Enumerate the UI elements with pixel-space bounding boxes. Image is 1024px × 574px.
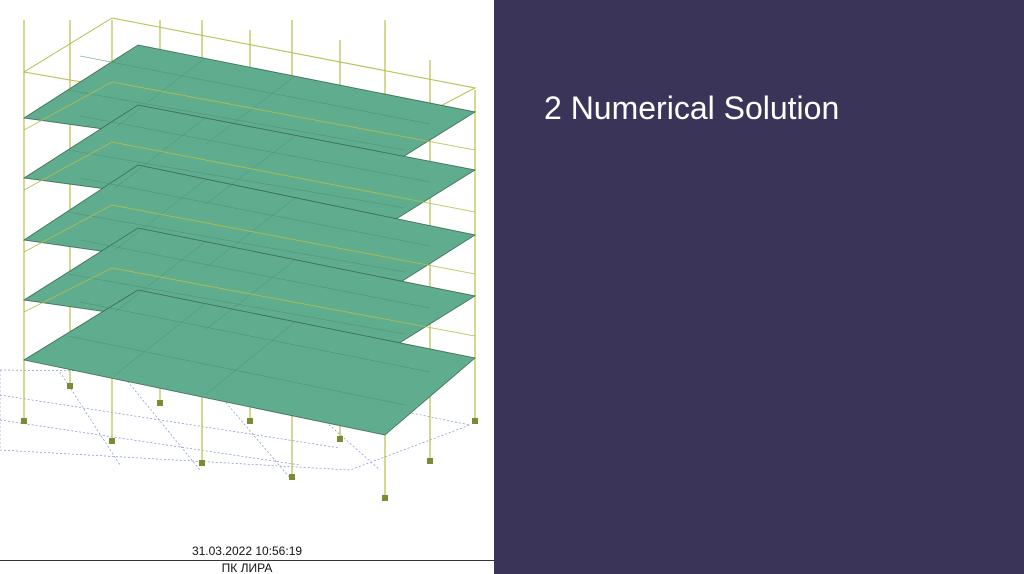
- building-frame-model: [0, 17, 478, 501]
- status-footer: 31.03.2022 10:56:19 ПК ЛИРА: [0, 541, 494, 574]
- slide-title-panel: 2 Numerical Solution: [494, 0, 1024, 574]
- program-name-label: ПК ЛИРА: [221, 561, 273, 574]
- structural-model-view: 31.03.2022 10:56:19 ПК ЛИРА: [0, 0, 494, 574]
- timestamp-label: 31.03.2022 10:56:19: [191, 544, 303, 558]
- floor-slabs: [22, 44, 477, 436]
- slide-title: 2 Numerical Solution: [544, 90, 840, 126]
